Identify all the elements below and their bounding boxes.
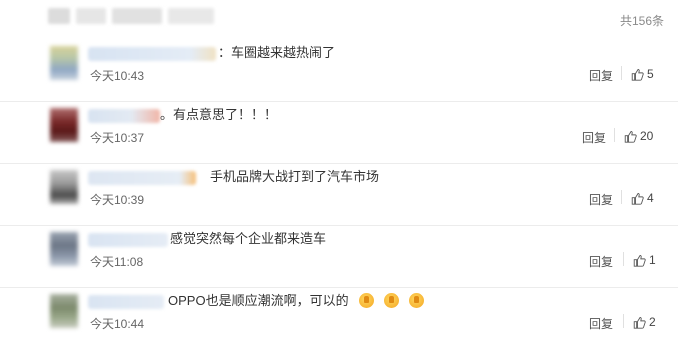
blurred-username[interactable] (88, 109, 160, 123)
comment-text-content: OPPO也是顺应潮流啊，可以的 (168, 293, 349, 308)
divider (623, 252, 624, 266)
thumbs-up-icon (633, 254, 646, 267)
avatar[interactable] (50, 294, 78, 328)
reply-button[interactable]: 回复 (589, 253, 613, 270)
like-button[interactable]: 20 (624, 129, 653, 143)
comment-item: 感觉突然每个企业都来造车 今天11:08 回复 1 (0, 226, 678, 288)
comment-item: 。有点意思了！！！ 今天10:37 回复 20 (0, 102, 678, 164)
blurred-username[interactable] (88, 171, 196, 185)
avatar[interactable] (50, 170, 78, 204)
reply-button[interactable]: 回复 (589, 191, 613, 208)
thumbs-up-icon (633, 316, 646, 329)
avatar[interactable] (50, 46, 78, 80)
blurred-title (48, 8, 214, 26)
comment-item: OPPO也是顺应潮流啊，可以的 今天10:44 回复 2 (0, 288, 678, 348)
thumbs-up-emoji-icon (383, 293, 399, 308)
comment-item: 手机品牌大战打到了汽车市场 今天10:39 回复 4 (0, 164, 678, 226)
thumbs-up-emoji-icon (408, 293, 424, 308)
blurred-username[interactable] (88, 47, 216, 61)
like-count: 5 (647, 67, 654, 81)
like-count: 20 (640, 129, 654, 143)
comments-header: 共156条 (0, 0, 678, 36)
comment-text: OPPO也是顺应潮流啊，可以的 (168, 292, 424, 310)
thumbs-up-icon (631, 192, 644, 205)
like-button[interactable]: 1 (633, 253, 656, 267)
reply-button[interactable]: 回复 (582, 129, 606, 146)
like-button[interactable]: 2 (633, 315, 656, 329)
like-count: 1 (649, 253, 656, 267)
like-button[interactable]: 4 (631, 191, 654, 205)
comment-time: 今天10:43 (90, 69, 145, 83)
reply-button[interactable]: 回复 (589, 315, 613, 332)
divider (621, 66, 622, 80)
comment-time: 今天10:37 (90, 131, 145, 145)
like-count: 2 (649, 315, 656, 329)
comment-time: 今天10:44 (90, 317, 145, 331)
avatar[interactable] (50, 108, 78, 142)
comment-text: 感觉突然每个企业都来造车 (170, 231, 327, 246)
comment-total-count: 共156条 (619, 14, 664, 28)
divider (614, 128, 615, 142)
comment-text: ：车圈越来越热闹了 (218, 45, 336, 60)
thumbs-up-emoji-icon (358, 293, 374, 308)
divider (621, 190, 622, 204)
thumbs-up-icon (624, 130, 637, 143)
avatar[interactable] (50, 232, 78, 266)
like-button[interactable]: 5 (631, 67, 654, 81)
comment-time: 今天11:08 (90, 255, 144, 269)
comment-time: 今天10:39 (90, 193, 145, 207)
comment-text: 。有点意思了！！！ (160, 107, 278, 122)
divider (623, 314, 624, 328)
thumbs-up-icon (631, 68, 644, 81)
blurred-username[interactable] (88, 295, 164, 309)
blurred-username[interactable] (88, 233, 168, 247)
comment-item: ：车圈越来越热闹了 今天10:43 回复 5 (0, 40, 678, 102)
like-count: 4 (647, 191, 654, 205)
comment-text: 手机品牌大战打到了汽车市场 (210, 169, 380, 184)
reply-button[interactable]: 回复 (589, 67, 613, 84)
